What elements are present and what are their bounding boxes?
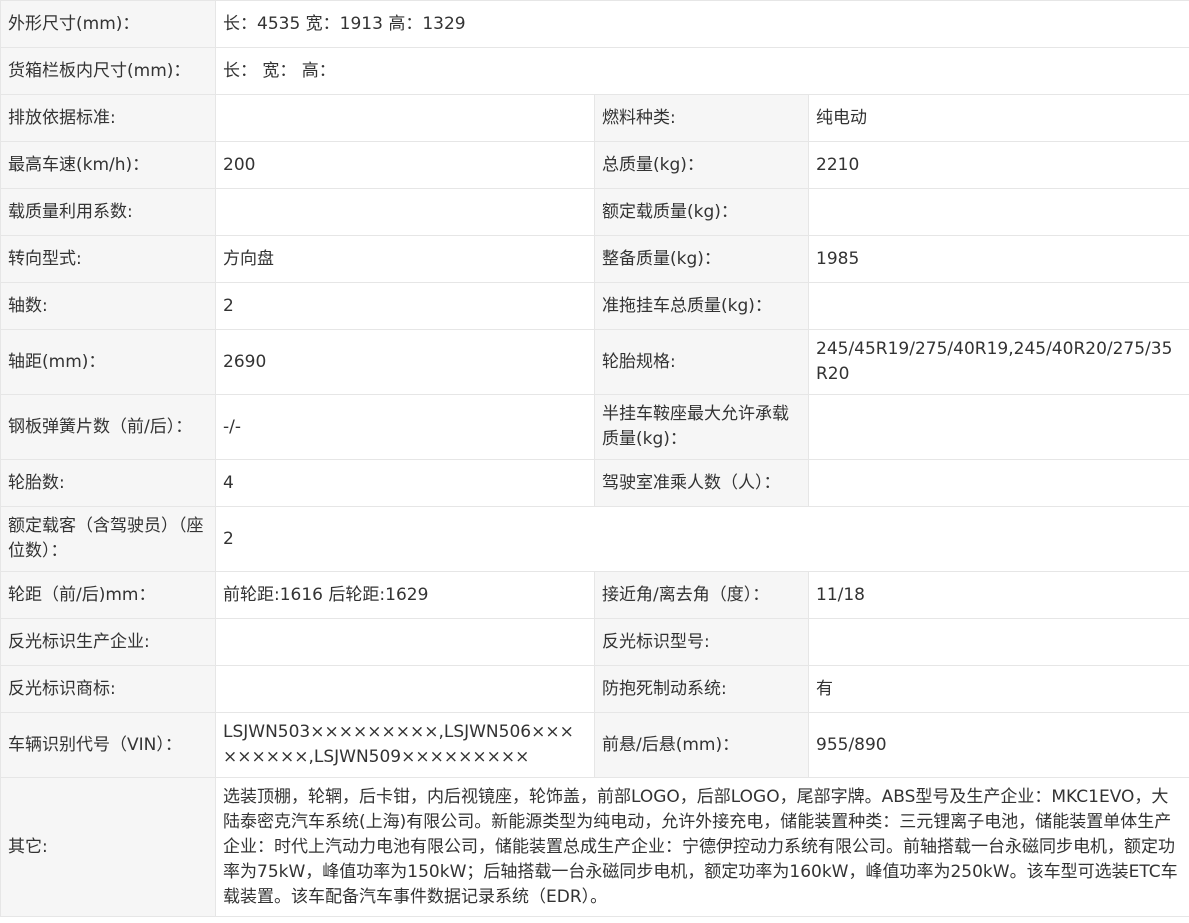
row-value-right: 纯电动 <box>807 94 1189 142</box>
spec-row: 外形尺寸(mm)： 长：4535 宽：1913 高：1329 <box>0 0 1189 48</box>
row-label-right: 反光标识型号: <box>594 618 809 666</box>
row-label-right: 额定载质量(kg)： <box>594 188 809 236</box>
row-value-right: 有 <box>807 665 1189 713</box>
spec-row: 其它: 选装顶棚，轮辋，后卡钳，内后视镜座，轮饰盖，前部LOGO，后部LOGO，… <box>0 777 1189 917</box>
spec-row: 反光标识商标: 防抱死制动系统: 有 <box>0 665 1189 713</box>
spec-row: 车辆识别代号（VIN）： LSJWN503×××××××××,LSJWN506×… <box>0 712 1189 778</box>
row-value-right <box>807 282 1189 330</box>
spec-row: 轴距(mm)： 2690 轮胎规格: 245/45R19/275/40R19,2… <box>0 329 1189 395</box>
row-value-right: 245/45R19/275/40R19,245/40R20/275/35R20 <box>807 329 1189 395</box>
spec-row: 排放依据标准: 燃料种类: 纯电动 <box>0 94 1189 142</box>
spec-row: 额定载客（含驾驶员）（座位数）： 2 <box>0 506 1189 572</box>
row-label: 其它: <box>0 777 216 917</box>
row-label-left: 钢板弹簧片数（前/后）： <box>0 394 216 460</box>
row-label-right: 总质量(kg)： <box>594 141 809 189</box>
row-label-left: 反光标识生产企业: <box>0 618 216 666</box>
row-label-left: 反光标识商标: <box>0 665 216 713</box>
row-label-right: 轮胎规格: <box>594 329 809 395</box>
row-value-left: 200 <box>215 141 595 189</box>
row-value-right: 1985 <box>807 235 1189 283</box>
row-value-left: 方向盘 <box>215 235 595 283</box>
row-label-left: 最高车速(km/h)： <box>0 141 216 189</box>
row-value-right: 955/890 <box>807 712 1189 778</box>
row-value-right <box>807 188 1189 236</box>
row-value-right <box>807 394 1189 460</box>
spec-row: 轮距（前/后)mm： 前轮距:1616 后轮距:1629 接近角/离去角（度）：… <box>0 571 1189 619</box>
row-label-left: 轮胎数: <box>0 459 216 507</box>
spec-row: 轴数: 2 准拖挂车总质量(kg)： <box>0 282 1189 330</box>
row-value-right: 2210 <box>807 141 1189 189</box>
row-value-left <box>215 94 595 142</box>
row-label-left: 轴距(mm)： <box>0 329 216 395</box>
row-value: 长：4535 宽：1913 高：1329 <box>214 0 1189 48</box>
row-value-left: 2690 <box>215 329 595 395</box>
row-label: 外形尺寸(mm)： <box>0 0 216 48</box>
row-label-right: 防抱死制动系统: <box>594 665 809 713</box>
row-value: 长： 宽： 高： <box>214 47 1189 95</box>
spec-row: 钢板弹簧片数（前/后）： -/- 半挂车鞍座最大允许承载质量(kg)： <box>0 394 1189 460</box>
row-label-right: 前悬/后悬(mm)： <box>594 712 809 778</box>
row-label-right: 驾驶室准乘人数（人）： <box>594 459 809 507</box>
row-label-left: 轮距（前/后)mm： <box>0 571 216 619</box>
row-value-left: 2 <box>215 282 595 330</box>
spec-row: 最高车速(km/h)： 200 总质量(kg)： 2210 <box>0 141 1189 189</box>
row-value-right <box>807 459 1189 507</box>
spec-row: 转向型式: 方向盘 整备质量(kg)： 1985 <box>0 235 1189 283</box>
spec-row: 轮胎数: 4 驾驶室准乘人数（人）： <box>0 459 1189 507</box>
spec-row: 反光标识生产企业: 反光标识型号: <box>0 618 1189 666</box>
row-value: 选装顶棚，轮辋，后卡钳，内后视镜座，轮饰盖，前部LOGO，后部LOGO，尾部字牌… <box>214 777 1189 917</box>
row-label-right: 接近角/离去角（度）： <box>594 571 809 619</box>
row-value-left <box>215 188 595 236</box>
spec-row: 载质量利用系数: 额定载质量(kg)： <box>0 188 1189 236</box>
row-label: 额定载客（含驾驶员）（座位数）： <box>0 506 216 572</box>
row-value-right: 11/18 <box>807 571 1189 619</box>
row-label-right: 燃料种类: <box>594 94 809 142</box>
row-value-left: 前轮距:1616 后轮距:1629 <box>215 571 595 619</box>
row-value-left: -/- <box>215 394 595 460</box>
row-value-left <box>215 665 595 713</box>
spec-row: 货箱栏板内尺寸(mm)： 长： 宽： 高： <box>0 47 1189 95</box>
row-label-right: 半挂车鞍座最大允许承载质量(kg)： <box>594 394 809 460</box>
row-label-left: 排放依据标准: <box>0 94 216 142</box>
row-label-left: 转向型式: <box>0 235 216 283</box>
row-label-left: 载质量利用系数: <box>0 188 216 236</box>
row-value-left: LSJWN503×××××××××,LSJWN506×××××××××,LSJW… <box>215 712 595 778</box>
row-value: 2 <box>214 506 1189 572</box>
row-label-right: 准拖挂车总质量(kg)： <box>594 282 809 330</box>
row-label-left: 车辆识别代号（VIN）： <box>0 712 216 778</box>
vehicle-spec-table: 外形尺寸(mm)： 长：4535 宽：1913 高：1329 货箱栏板内尺寸(m… <box>0 0 1189 917</box>
row-label-left: 轴数: <box>0 282 216 330</box>
row-label: 货箱栏板内尺寸(mm)： <box>0 47 216 95</box>
row-value-left: 4 <box>215 459 595 507</box>
row-value-left <box>215 618 595 666</box>
row-label-right: 整备质量(kg)： <box>594 235 809 283</box>
row-value-right <box>807 618 1189 666</box>
